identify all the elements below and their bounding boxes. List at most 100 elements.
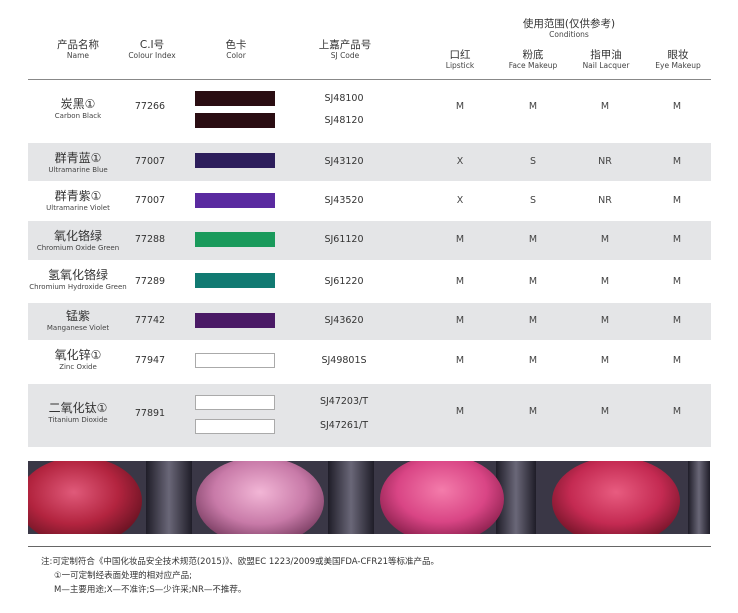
header-ci-zh: C.I号	[139, 39, 165, 51]
usage-face-makeup: M	[528, 101, 538, 112]
header-name: 产品名称 Name	[48, 39, 108, 61]
color-swatch	[195, 193, 275, 208]
table-row: 氧化铬绿 Chromium Oxide Green 77288 SJ61120 …	[28, 221, 711, 260]
header-face-makeup-zh: 粉底	[522, 49, 544, 61]
usage-face-makeup: S	[529, 156, 537, 167]
color-swatch	[195, 353, 275, 368]
usage-face-makeup: M	[528, 355, 538, 366]
header-usage-group-en: Conditions	[549, 30, 589, 40]
usage-lipstick: M	[455, 315, 465, 326]
usage-eye-makeup: M	[672, 156, 682, 167]
pigment-name: 群青紫① Ultramarine Violet	[28, 189, 128, 213]
usage-eye-makeup: M	[672, 406, 682, 417]
table-row: 氧化锌① Zinc Oxide 77947 SJ49801S M M M M	[28, 342, 711, 382]
header-usage-group-zh: 使用范围(仅供参考)	[522, 18, 616, 30]
usage-eye-makeup: M	[672, 355, 682, 366]
usage-lipstick: X	[456, 156, 464, 167]
usage-lipstick: M	[455, 355, 465, 366]
pigment-name-zh: 锰紫	[65, 309, 90, 323]
header-sj: 上嘉产品号 SJ Code	[305, 39, 385, 61]
header-nail-lacquer: 指甲油 Nail Lacquer	[575, 49, 637, 71]
usage-lipstick: M	[455, 234, 465, 245]
header-eye-makeup: 眼妆 Eye Makeup	[648, 49, 708, 71]
lipstick-photo	[28, 461, 710, 534]
pigment-name: 氢氧化铬绿 Chromium Hydroxide Green	[28, 268, 128, 292]
sj-code: SJ47203/T	[319, 396, 369, 407]
colour-index: 77007	[134, 156, 166, 167]
pigment-name-en: Carbon Black	[54, 112, 102, 120]
pigment-name-en: Chromium Hydroxide Green	[29, 283, 127, 291]
sj-code: SJ61120	[324, 234, 364, 245]
header-lipstick-en: Lipstick	[445, 61, 475, 71]
pigment-name-zh: 氧化铬绿	[53, 229, 102, 243]
color-swatch	[195, 395, 275, 410]
header-name-en: Name	[66, 51, 90, 61]
header-eye-makeup-zh: 眼妆	[667, 49, 689, 61]
sj-code: SJ43120	[324, 156, 364, 167]
pigment-name: 氧化铬绿 Chromium Oxide Green	[28, 229, 128, 253]
header-nail-lacquer-zh: 指甲油	[590, 49, 622, 61]
usage-eye-makeup: M	[672, 276, 682, 287]
table-row: 群青紫① Ultramarine Violet 77007 SJ43520 X …	[28, 183, 711, 219]
lipstick-photo-art	[28, 461, 710, 534]
sj-code: SJ47261/T	[319, 420, 369, 431]
sj-code: SJ61220	[324, 276, 364, 287]
pigment-name-en: Manganese Violet	[46, 324, 110, 332]
colour-index: 77947	[134, 355, 166, 366]
usage-nail-lacquer: M	[600, 315, 610, 326]
colour-index: 77288	[134, 234, 166, 245]
header-lipstick: 口红 Lipstick	[432, 49, 488, 71]
pigment-name-zh: 二氧化钛①	[48, 401, 108, 415]
usage-nail-lacquer: M	[600, 355, 610, 366]
usage-nail-lacquer: NR	[598, 156, 612, 167]
header-color-en: Color	[226, 51, 246, 61]
notes-divider	[28, 546, 711, 547]
pigment-name-en: Ultramarine Blue	[48, 166, 108, 174]
pigment-name: 氧化锌① Zinc Oxide	[28, 348, 128, 372]
sj-code: SJ48100	[324, 93, 364, 104]
usage-lipstick: X	[456, 195, 464, 206]
usage-eye-makeup: M	[672, 101, 682, 112]
table-row: 炭黑① Carbon Black 77266 SJ48100 SJ48120 M…	[28, 84, 711, 140]
pigment-name-en: Titanium Dioxide	[48, 416, 108, 424]
color-swatch	[195, 419, 275, 434]
header-color-zh: 色卡	[225, 39, 247, 51]
table-row: 二氧化钛① Titanium Dioxide 77891 SJ47203/T S…	[28, 384, 711, 447]
colour-index: 77891	[134, 408, 166, 419]
colour-index: 77007	[134, 195, 166, 206]
header-ci-en: Colour Index	[128, 51, 176, 61]
table-row: 锰紫 Manganese Violet 77742 SJ43620 M M M …	[28, 303, 711, 340]
usage-nail-lacquer: M	[600, 406, 610, 417]
pigment-name: 炭黑① Carbon Black	[28, 97, 128, 121]
header-name-zh: 产品名称	[57, 39, 99, 51]
colour-index: 77742	[134, 315, 166, 326]
usage-eye-makeup: M	[672, 195, 682, 206]
sj-code: SJ48120	[324, 115, 364, 126]
usage-face-makeup: M	[528, 406, 538, 417]
header-sj-zh: 上嘉产品号	[318, 39, 372, 51]
usage-nail-lacquer: M	[600, 276, 610, 287]
sj-code: SJ43520	[324, 195, 364, 206]
sj-code: SJ43620	[324, 315, 364, 326]
sj-code: SJ49801S	[321, 355, 367, 366]
color-swatch	[195, 113, 275, 128]
header-usage-group: 使用范围(仅供参考) Conditions	[494, 18, 644, 40]
usage-face-makeup: M	[528, 276, 538, 287]
pigment-name-zh: 氢氧化铬绿	[47, 268, 108, 282]
note-legend: M—主要用途;X—不准许;S—少许采;NR—不推荐。	[54, 585, 247, 595]
note-standards: 注:可定制符合《中国化妆品安全技术规范(2015)》、欧盟EC 1223/200…	[41, 557, 440, 567]
pigment-name: 二氧化钛① Titanium Dioxide	[28, 401, 128, 425]
usage-face-makeup: M	[528, 234, 538, 245]
header-color: 色卡 Color	[206, 39, 266, 61]
header-nail-lacquer-en: Nail Lacquer	[582, 61, 630, 71]
table-row: 氢氧化铬绿 Chromium Hydroxide Green 77289 SJ6…	[28, 262, 711, 301]
usage-nail-lacquer: NR	[598, 195, 612, 206]
header-face-makeup-en: Face Makeup	[508, 61, 558, 71]
color-swatch	[195, 273, 275, 288]
pigment-name-zh: 群青紫①	[54, 189, 102, 203]
header-divider	[28, 79, 711, 80]
color-swatch	[195, 91, 275, 106]
header-eye-makeup-en: Eye Makeup	[655, 61, 701, 71]
table-row: 群青蓝① Ultramarine Blue 77007 SJ43120 X S …	[28, 143, 711, 181]
pigment-name-en: Ultramarine Violet	[46, 204, 110, 212]
